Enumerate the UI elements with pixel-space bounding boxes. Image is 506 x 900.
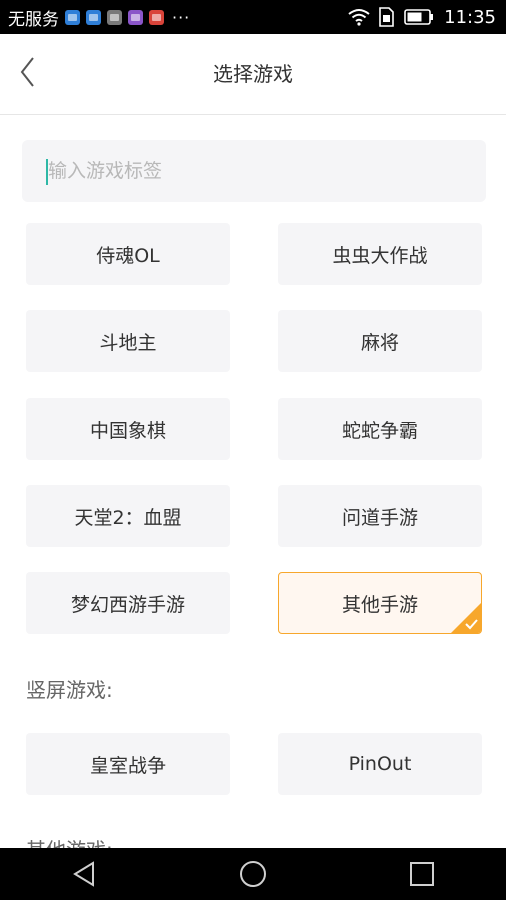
game-tile-label: PinOut — [348, 753, 412, 775]
nav-home-button[interactable] — [223, 854, 283, 894]
game-tile[interactable]: PinOut — [278, 733, 482, 795]
game-tile[interactable]: 中国象棋 — [26, 398, 230, 460]
game-tile-selected[interactable]: 其他手游 — [278, 572, 482, 634]
game-tile[interactable]: 虫虫大作战 — [278, 223, 482, 285]
circle-home-icon — [239, 861, 266, 887]
status-bar: 无服务 ··· 11:35 — [0, 0, 506, 34]
status-left: 无服务 ··· — [0, 5, 190, 30]
game-tile[interactable]: 麻将 — [278, 310, 482, 372]
selected-check-icon — [451, 603, 481, 633]
game-tile[interactable]: 侍魂OL — [26, 223, 230, 285]
title-bar: 选择游戏 — [0, 34, 506, 115]
game-tile-label: 侍魂OL — [96, 244, 160, 267]
game-tile[interactable]: 蛇蛇争霸 — [278, 398, 482, 460]
sim-card-icon — [378, 7, 394, 27]
game-tile[interactable]: 皇室战争 — [26, 733, 230, 795]
game-tile-label: 麻将 — [360, 331, 399, 354]
notif-heart-app-icon — [86, 9, 101, 25]
notif-image-app-icon — [107, 9, 122, 25]
carrier-label: 无服务 — [8, 9, 59, 30]
game-tile-label: 蛇蛇争霸 — [341, 419, 418, 442]
more-notifications-indicator: ··· — [172, 7, 191, 27]
game-tile-label: 皇室战争 — [89, 754, 166, 777]
page-title: 选择游戏 — [213, 62, 293, 86]
game-tile-label: 中国象棋 — [89, 419, 166, 442]
status-right: 11:35 — [348, 0, 496, 34]
clock: 11:35 — [444, 6, 496, 28]
square-recents-icon — [409, 862, 434, 886]
wifi-icon — [348, 8, 370, 26]
notif-red-app-icon — [149, 9, 164, 25]
game-tile-label: 梦幻西游手游 — [70, 593, 185, 616]
nav-back-button[interactable] — [54, 854, 114, 894]
navigation-bar — [0, 848, 506, 900]
game-tile-label: 天堂2：血盟 — [74, 506, 182, 529]
game-tile-label: 其他手游 — [341, 593, 418, 616]
game-tile-label: 斗地主 — [99, 331, 157, 354]
section-label-vertical-games: 竖屏游戏: — [26, 678, 113, 702]
game-tile-label: 虫虫大作战 — [332, 244, 428, 267]
game-tile-label: 问道手游 — [341, 506, 418, 529]
text-caret — [46, 159, 48, 185]
notif-purple-app-icon — [128, 9, 143, 25]
game-tile[interactable]: 问道手游 — [278, 485, 482, 547]
nav-recents-button[interactable] — [392, 854, 452, 894]
game-tile[interactable]: 梦幻西游手游 — [26, 572, 230, 634]
triangle-back-icon — [73, 861, 95, 887]
notif-blue-app-icon — [65, 9, 80, 25]
game-tile[interactable]: 斗地主 — [26, 310, 230, 372]
search-input[interactable] — [22, 140, 486, 202]
battery-icon — [404, 9, 434, 25]
game-tile[interactable]: 天堂2：血盟 — [26, 485, 230, 547]
